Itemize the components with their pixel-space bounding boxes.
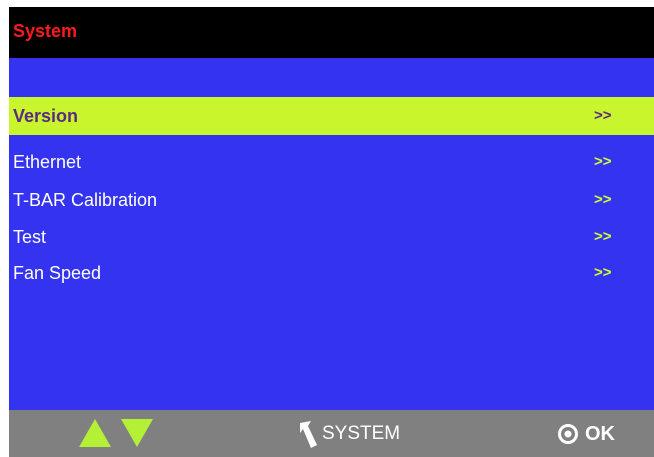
knob-icon bbox=[558, 424, 578, 444]
submenu-arrow-icon: >> bbox=[594, 264, 612, 281]
menu-item-label: T-BAR Calibration bbox=[13, 190, 158, 210]
bottom-nav-bar: SYSTEM OK bbox=[9, 410, 654, 457]
menu-item-label: Fan Speed bbox=[13, 263, 102, 283]
back-button[interactable]: SYSTEM bbox=[298, 418, 400, 450]
menu-item-label: Test bbox=[13, 227, 47, 247]
system-menu-screen: System Version >> Ethernet >> T-BAR Cali… bbox=[9, 7, 654, 457]
submenu-arrow-icon: >> bbox=[594, 153, 612, 170]
triangle-down-icon[interactable] bbox=[121, 419, 153, 447]
triangle-up-icon[interactable] bbox=[79, 419, 111, 447]
back-arrow-icon bbox=[300, 421, 317, 448]
ok-button-label: OK bbox=[585, 422, 615, 445]
menu-item-t-bar-calibration[interactable]: T-BAR Calibration >> bbox=[9, 181, 654, 219]
menu-item-ethernet[interactable]: Ethernet >> bbox=[9, 143, 654, 181]
menu-item-test[interactable]: Test >> bbox=[9, 218, 654, 256]
submenu-arrow-icon: >> bbox=[594, 191, 612, 208]
back-button-label: SYSTEM bbox=[322, 423, 401, 444]
page-title: System bbox=[13, 21, 78, 41]
title-bar: System bbox=[9, 7, 654, 58]
submenu-arrow-icon: >> bbox=[594, 107, 612, 124]
menu-item-label: Version bbox=[13, 106, 79, 126]
menu-item-version[interactable]: Version >> bbox=[9, 97, 654, 135]
ok-button[interactable]: OK bbox=[557, 418, 615, 450]
menu-item-label: Ethernet bbox=[13, 152, 82, 172]
menu-item-fan-speed[interactable]: Fan Speed >> bbox=[9, 254, 654, 292]
submenu-arrow-icon: >> bbox=[594, 228, 612, 245]
